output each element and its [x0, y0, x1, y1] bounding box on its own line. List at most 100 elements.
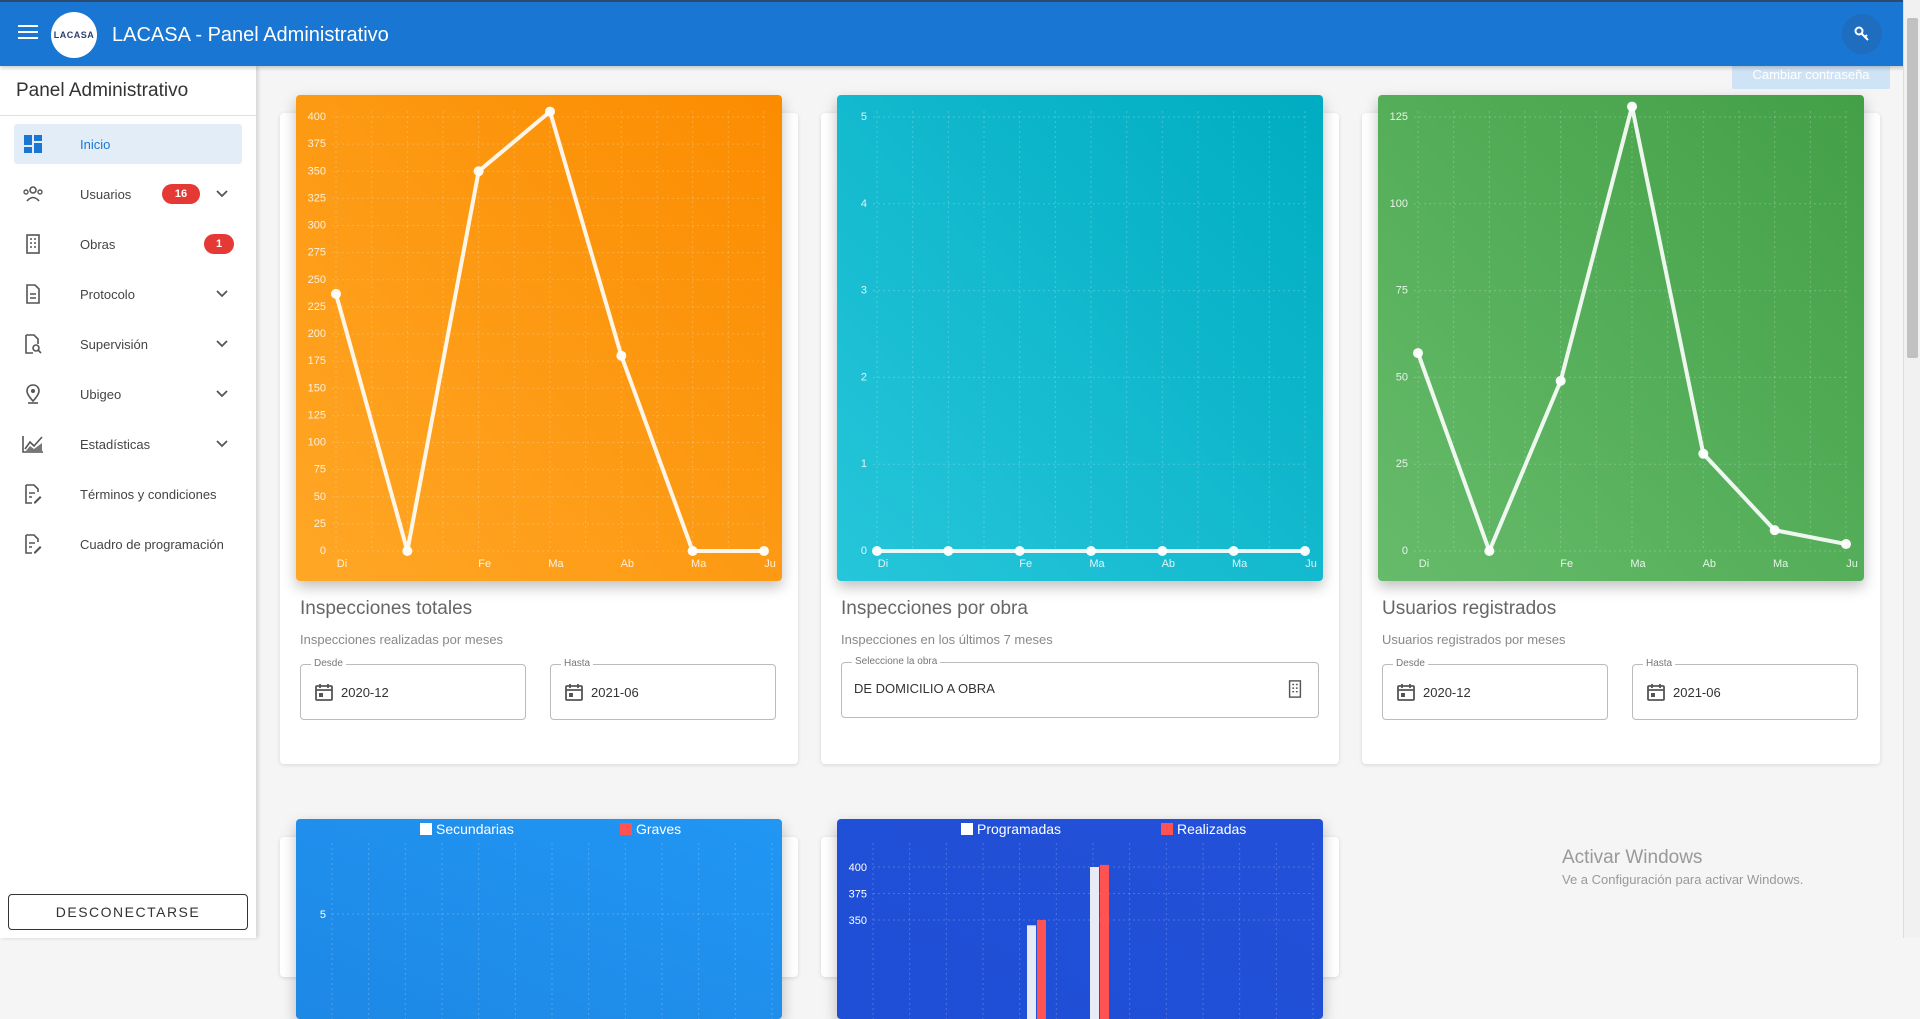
x-tick-label: Di — [337, 558, 347, 570]
sidebar-item-inicio[interactable]: Inicio — [14, 124, 242, 164]
chart-background — [296, 95, 782, 581]
sidebar-item-terminos[interactable]: Términos y condiciones — [14, 474, 242, 514]
y-tick-label: 0 — [861, 545, 867, 557]
sidebar-item-ubigeo[interactable]: Ubigeo — [14, 374, 242, 414]
chevron-down-icon — [216, 440, 228, 448]
legend-swatch — [420, 823, 432, 835]
field-label: Desde — [311, 658, 346, 669]
y-tick-label: 200 — [308, 328, 326, 340]
field-value: 2021-06 — [591, 685, 639, 700]
y-tick-label: 50 — [1396, 371, 1408, 383]
chart-background — [837, 95, 1323, 581]
x-tick-label: Fe — [1560, 558, 1573, 570]
data-point — [1769, 525, 1780, 536]
y-tick-label: 400 — [849, 862, 867, 874]
logo: LACASA — [51, 12, 97, 58]
to-date-field[interactable]: Hasta 2021-06 — [550, 658, 776, 720]
field-label: Seleccione la obra — [852, 656, 941, 667]
sidebar-item-label: Inicio — [80, 136, 111, 152]
field-label: Hasta — [561, 658, 594, 669]
field-label: Desde — [1393, 658, 1428, 669]
obra-select[interactable]: Seleccione la obra DE DOMICILIO A OBRA — [841, 656, 1319, 718]
from-date-field[interactable]: Desde 2020-12 — [300, 658, 526, 720]
sidebar-item-cuadro-programacion[interactable]: Cuadro de programación — [14, 524, 242, 564]
bar-chart-svg: Secundarias Graves 5 — [296, 819, 782, 1019]
card-subtitle: Inspecciones realizadas por meses — [300, 632, 504, 647]
data-point — [1484, 546, 1495, 556]
legend-label: Realizadas — [1177, 821, 1246, 837]
y-tick-label: 0 — [1402, 545, 1408, 557]
scrollbar-thumb[interactable] — [1907, 18, 1918, 358]
card-inspecciones-por-obra: 0 1 2 3 4 5 Di Fe Ma Ab Ma Ju Inspecciones por obra… — [821, 95, 1339, 764]
logout-button[interactable]: DESCONECTARSE — [8, 894, 248, 930]
x-tick-label: Ab — [1162, 558, 1175, 570]
x-tick-label: Di — [1419, 558, 1429, 570]
y-tick-label: 125 — [1390, 111, 1408, 123]
menu-icon[interactable] — [16, 22, 40, 42]
y-tick-label: 375 — [849, 889, 867, 901]
sidebar-item-estadisticas[interactable]: Estadísticas — [14, 424, 242, 464]
chart-usuarios-registrados: 0 25 50 75 100 125 Di Fe Ma Ab Ma Ju — [1378, 95, 1864, 581]
data-point — [1300, 546, 1310, 556]
y-tick-label: 125 — [308, 409, 326, 421]
sidebar-item-obras[interactable]: Obras 1 — [14, 224, 242, 264]
calendar-icon — [565, 684, 583, 701]
chevron-down-icon — [216, 340, 228, 348]
data-point — [1413, 348, 1423, 359]
dashboard-icon — [22, 133, 44, 155]
bar — [1037, 920, 1046, 1019]
line-chart-svg: 0 1 2 3 4 5 Di Fe Ma Ab Ma Ju — [837, 95, 1323, 581]
data-point — [872, 546, 882, 556]
legend-swatch — [961, 823, 973, 835]
data-point — [1228, 546, 1239, 556]
data-point — [473, 166, 484, 177]
y-tick-label: 375 — [308, 138, 326, 150]
calendar-icon — [315, 684, 333, 701]
x-tick-label: Ju — [764, 558, 776, 570]
document-icon — [22, 283, 44, 305]
x-tick-label: Di — [878, 558, 888, 570]
edit-document-icon — [22, 533, 44, 555]
sidebar-item-protocolo[interactable]: Protocolo — [14, 274, 242, 314]
y-tick-label: 25 — [1396, 458, 1408, 470]
x-tick-label: Ab — [1703, 558, 1716, 570]
card-observaciones: Secundarias Graves 5 — [280, 819, 798, 1019]
y-tick-label: 150 — [308, 382, 326, 394]
from-date-field[interactable]: Desde 2020-12 — [1382, 658, 1608, 720]
field-label: Hasta — [1643, 658, 1676, 669]
x-tick-label: Ab — [621, 558, 634, 570]
card-programacion: Programadas Realizadas 350 375 400 — [821, 819, 1339, 1019]
chart-inspecciones-por-obra: 0 1 2 3 4 5 Di Fe Ma Ab Ma Ju — [837, 95, 1323, 581]
data-point — [402, 546, 413, 556]
y-tick-label: 0 — [320, 545, 326, 557]
calendar-icon — [1647, 684, 1665, 701]
x-tick-label: Fe — [478, 558, 491, 570]
y-tick-label: 50 — [314, 491, 326, 503]
obras-count-badge: 1 — [204, 234, 234, 254]
to-date-field[interactable]: Hasta 2021-06 — [1632, 658, 1858, 720]
calendar-icon — [1397, 684, 1415, 701]
chevron-down-icon — [216, 190, 228, 198]
data-point — [759, 546, 769, 556]
y-tick-label: 3 — [861, 285, 867, 297]
page-scrollbar[interactable] — [1903, 0, 1920, 938]
x-tick-label: Ma — [1232, 558, 1248, 570]
x-tick-label: Ju — [1846, 558, 1858, 570]
sidebar-item-usuarios[interactable]: Usuarios 16 — [14, 174, 242, 214]
users-icon — [22, 183, 44, 205]
edit-document-icon — [22, 483, 44, 505]
y-tick-label: 5 — [861, 111, 867, 123]
y-tick-label: 350 — [308, 165, 326, 177]
change-password-button[interactable] — [1842, 14, 1882, 54]
field-value: 2020-12 — [1423, 685, 1471, 700]
y-tick-label: 75 — [314, 464, 326, 476]
building-icon — [1288, 680, 1302, 698]
sidebar-item-label: Cuadro de programación — [80, 536, 224, 552]
x-tick-label: Ju — [1305, 558, 1317, 570]
x-tick-label: Fe — [1019, 558, 1032, 570]
legend-swatch — [620, 823, 632, 835]
data-point — [1014, 546, 1025, 556]
line-chart-svg: 0 25 50 75 100 125 150 175 200 225 250 275 300 325 350… — [296, 95, 782, 581]
sidebar-item-supervision[interactable]: Supervisión — [14, 324, 242, 364]
x-tick-label: Ma — [691, 558, 707, 570]
